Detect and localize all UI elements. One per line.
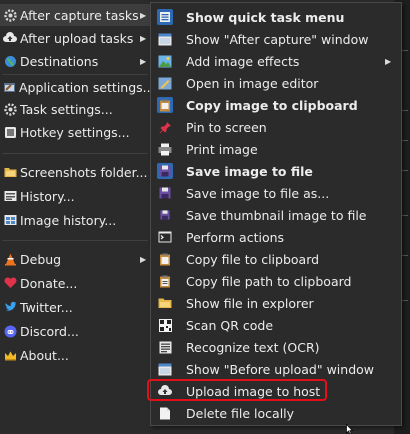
folder-icon [157, 295, 173, 311]
submenu-item-add-image-effects[interactable]: Add image effects ▶ [151, 50, 401, 72]
debug-cone-icon [3, 252, 17, 266]
main-context-menu: After capture tasks ▶ After upload tasks… [0, 0, 155, 434]
submenu-item-save-image-to-file[interactable]: Save image to file [151, 160, 401, 182]
submenu-arrow-icon: ▶ [140, 33, 147, 43]
save-as-icon [157, 185, 173, 201]
submenu-item-copy-file-to-clipboard[interactable]: Copy file to clipboard [151, 248, 401, 270]
submenu-arrow-icon: ▶ [140, 56, 147, 66]
submenu-item-scan-qr-code[interactable]: Scan QR code [151, 314, 401, 336]
discord-icon [3, 324, 17, 338]
submenu-item-show-quick-task-menu[interactable]: Show quick task menu [151, 6, 401, 28]
menu-item-after-capture-tasks[interactable]: After capture tasks ▶ [0, 4, 150, 26]
submenu-item-save-image-to-file-as[interactable]: Save image to file as... [151, 182, 401, 204]
menu-item-donate[interactable]: Donate... [0, 272, 150, 294]
save-icon [157, 163, 173, 179]
qr-code-icon [157, 317, 173, 333]
submenu-item-save-thumbnail-image-to-file[interactable]: Save thumbnail image to file [151, 204, 401, 226]
quick-task-menu-icon [157, 9, 173, 25]
window-icon [157, 31, 173, 47]
folder-icon [3, 165, 17, 179]
menu-item-screenshots-folder[interactable]: Screenshots folder... [0, 161, 150, 183]
save-thumbnail-icon [157, 207, 173, 223]
menu-item-hotkey-settings[interactable]: Hotkey settings... [0, 121, 150, 143]
menu-item-twitter[interactable]: Twitter... [0, 296, 150, 318]
submenu-arrow-icon: ▶ [385, 56, 392, 66]
clipboard-image-icon [157, 97, 173, 113]
submenu-item-print-image[interactable]: Print image [151, 138, 401, 160]
terminal-icon [157, 229, 173, 245]
globe-icon [3, 54, 17, 68]
submenu-arrow-icon: ▶ [140, 254, 147, 264]
mouse-cursor-icon [346, 424, 354, 434]
submenu-item-recognize-text-ocr[interactable]: Recognize text (OCR) [151, 336, 401, 358]
annotation-highlight-box [147, 379, 327, 401]
cloud-icon [3, 31, 17, 45]
separator [2, 240, 148, 241]
clipboard-icon [157, 251, 173, 267]
menu-item-application-settings[interactable]: Application settings... [0, 76, 155, 98]
window-upload-icon [157, 361, 173, 377]
menu-item-task-settings[interactable]: Task settings... [0, 98, 150, 120]
printer-icon [157, 141, 173, 157]
image-history-icon [3, 213, 17, 227]
menu-item-after-upload-tasks[interactable]: After upload tasks ▶ [0, 27, 150, 49]
separator [2, 153, 148, 154]
menu-item-debug[interactable]: Debug ▶ [0, 248, 150, 270]
submenu-item-pin-to-screen[interactable]: Pin to screen [151, 116, 401, 138]
menu-item-image-history[interactable]: Image history... [0, 209, 150, 231]
crown-icon [3, 348, 17, 362]
submenu-item-delete-file-locally[interactable]: Delete file locally [151, 402, 401, 424]
submenu-item-copy-file-path-to-clipboard[interactable]: Copy file path to clipboard [151, 270, 401, 292]
separator [2, 74, 148, 75]
submenu-item-show-before-upload-window[interactable]: Show "Before upload" window [151, 358, 401, 380]
submenu-item-perform-actions[interactable]: Perform actions [151, 226, 401, 248]
gear-icon [3, 102, 17, 116]
keyboard-icon [3, 125, 17, 139]
after-capture-tasks-submenu: Show quick task menu Show "After capture… [150, 2, 402, 426]
ocr-text-icon [157, 339, 173, 355]
submenu-item-copy-image-to-clipboard[interactable]: Copy image to clipboard [151, 94, 401, 116]
menu-item-about[interactable]: About... [0, 344, 150, 366]
image-editor-icon [157, 75, 173, 91]
wrench-icon [3, 80, 16, 94]
submenu-item-open-in-image-editor[interactable]: Open in image editor [151, 72, 401, 94]
menu-item-discord[interactable]: Discord... [0, 320, 150, 342]
submenu-item-show-file-in-explorer[interactable]: Show file in explorer [151, 292, 401, 314]
delete-file-icon [157, 405, 173, 421]
heart-icon [3, 276, 17, 290]
menu-item-history[interactable]: History... [0, 185, 150, 207]
twitter-icon [3, 300, 17, 314]
submenu-item-show-after-capture-window[interactable]: Show "After capture" window [151, 28, 401, 50]
submenu-arrow-icon: ▶ [140, 10, 147, 20]
clipboard-path-icon [157, 273, 173, 289]
menu-item-destinations[interactable]: Destinations ▶ [0, 50, 150, 72]
history-icon [3, 189, 17, 203]
pin-icon [157, 119, 173, 135]
image-effects-icon [157, 53, 173, 69]
gear-icon [3, 8, 17, 22]
